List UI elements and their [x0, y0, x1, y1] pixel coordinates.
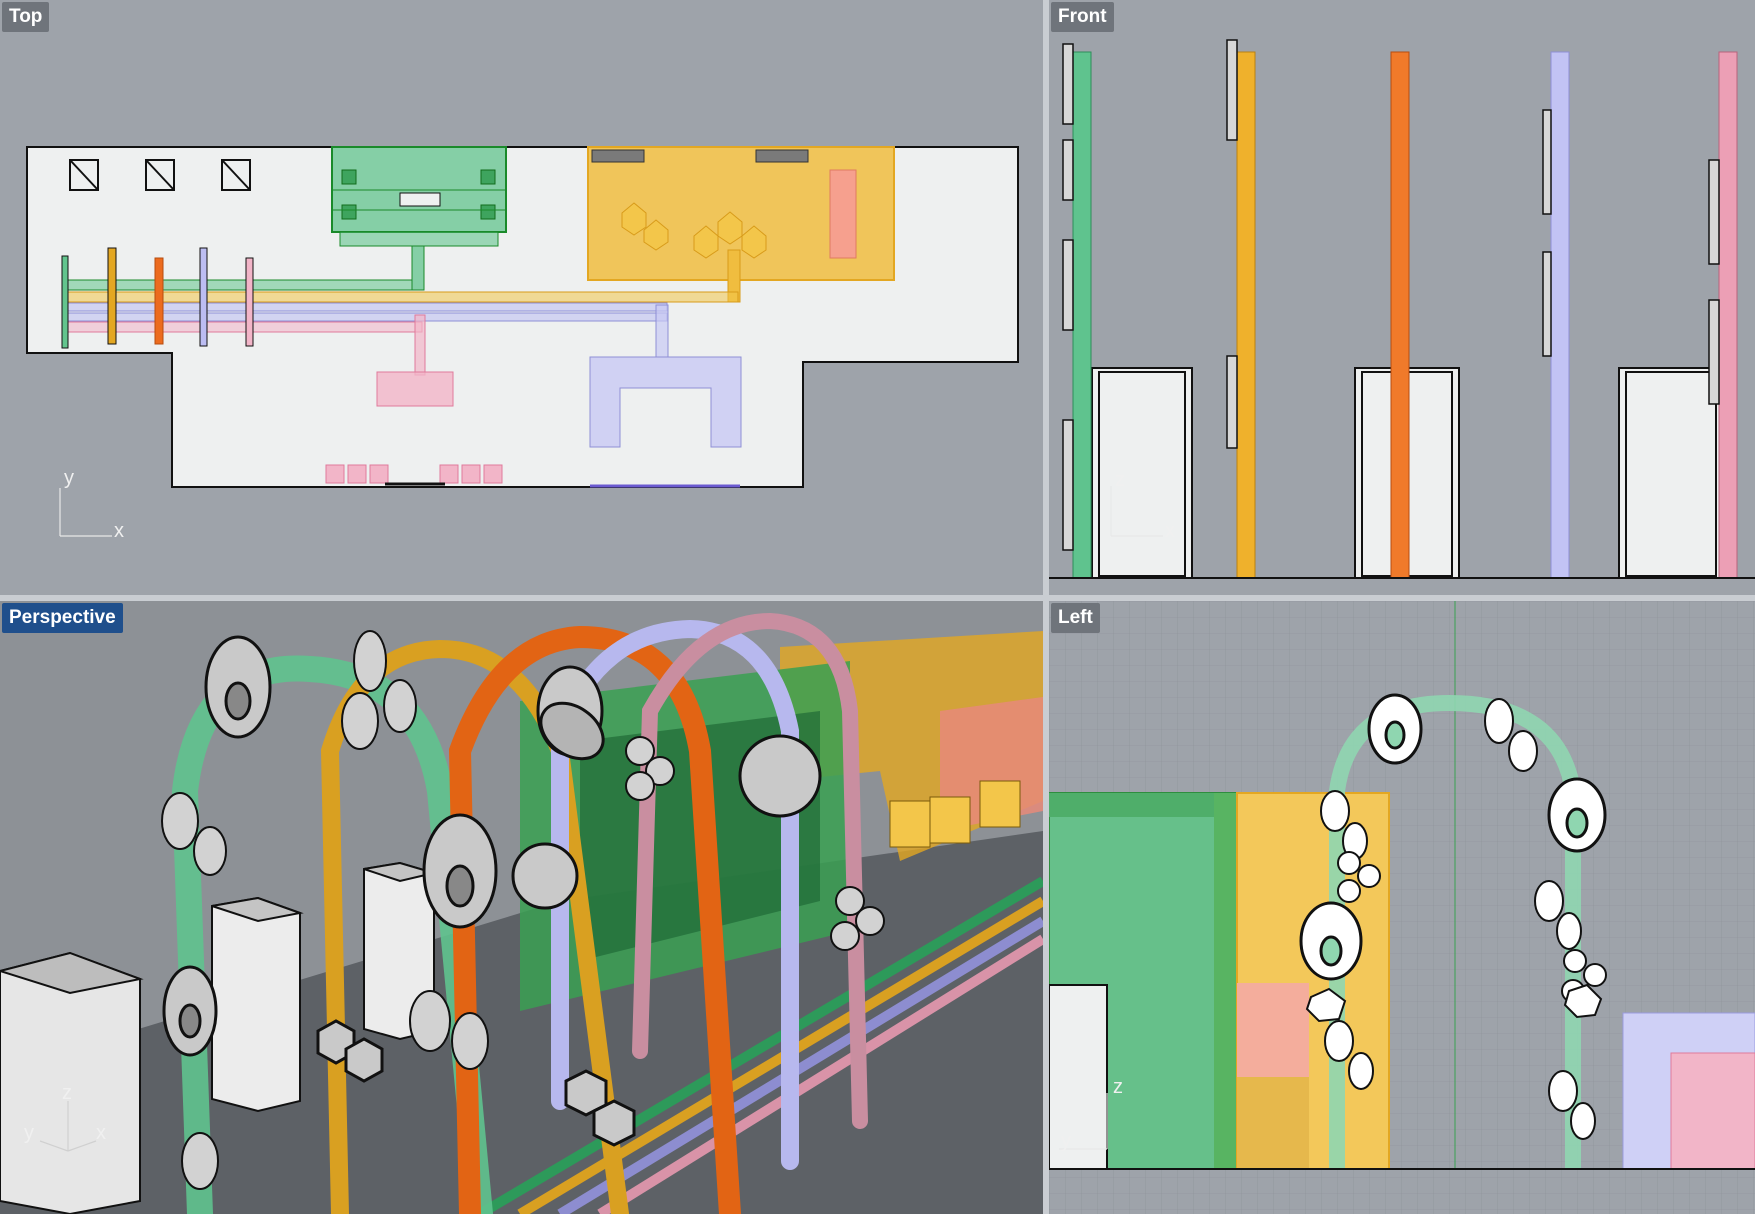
viewport-label-top[interactable]: Top — [2, 2, 50, 32]
axis-x-label: x — [96, 1122, 106, 1144]
axis-x-label: x — [114, 520, 124, 542]
viewport-splitter-horizontal[interactable] — [0, 595, 1755, 601]
viewport-splitter-vertical[interactable] — [1043, 0, 1049, 1214]
axis-x-label: x — [1165, 520, 1175, 542]
perspective-viewport[interactable]: Perspective z x y — [0, 601, 1043, 1214]
front-view-canvas[interactable]: z x — [1049, 0, 1755, 595]
viewport-label-perspective[interactable]: Perspective — [2, 603, 123, 633]
top-axis-widget — [59, 488, 112, 537]
axis-z-label: z — [62, 1082, 72, 1104]
top-viewport[interactable]: Top y x — [0, 0, 1043, 595]
axis-z-label: z — [1113, 1076, 1123, 1098]
front-viewport[interactable]: Front z x — [1049, 0, 1755, 595]
axis-z-label: z — [1115, 469, 1125, 491]
axis-y-label: y — [64, 467, 74, 489]
viewport-label-left[interactable]: Left — [1051, 603, 1100, 633]
perspective-view-canvas[interactable]: z x y — [0, 601, 1043, 1214]
left-viewport[interactable]: Left z y — [1049, 601, 1755, 1214]
left-view-canvas[interactable]: z y — [1049, 601, 1755, 1214]
plinth-boxes — [69, 159, 251, 191]
axis-y-label: y — [24, 1122, 34, 1144]
gold-structure — [587, 146, 895, 303]
top-view-canvas[interactable]: y x — [0, 0, 1043, 595]
viewport-label-front[interactable]: Front — [1051, 2, 1114, 32]
axis-y-label: y — [1061, 1130, 1071, 1152]
